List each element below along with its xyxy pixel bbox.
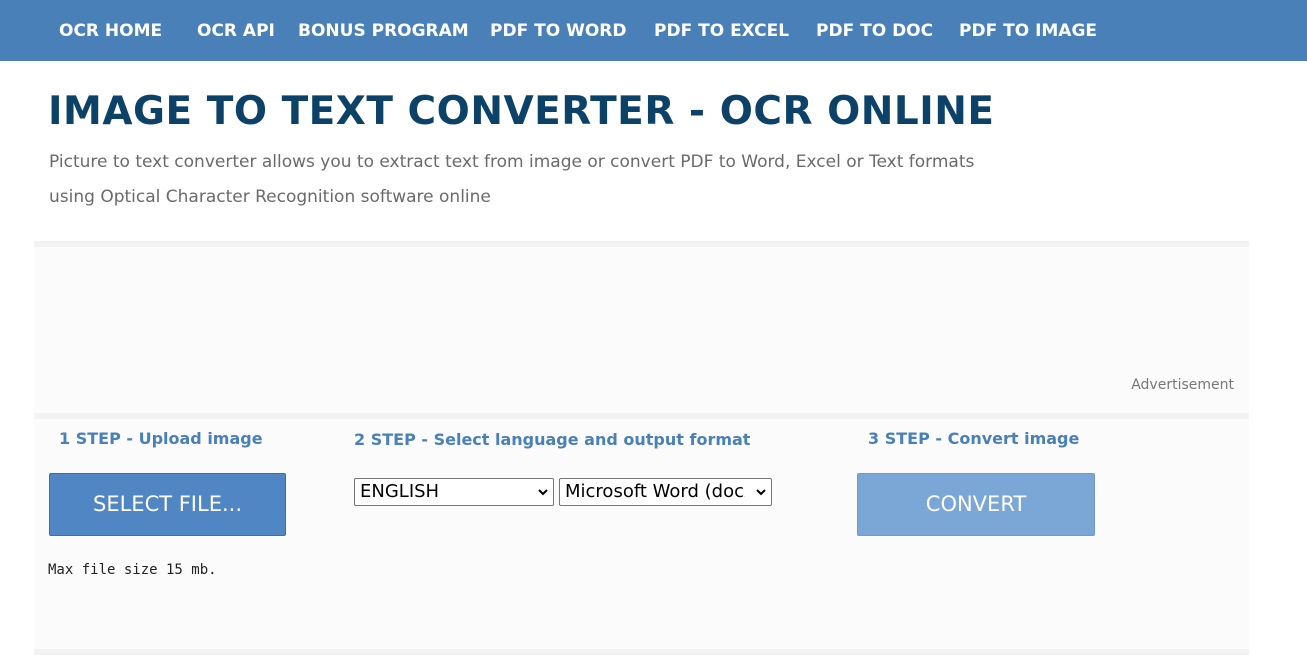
step-2-heading: 2 STEP - Select language and output form… <box>354 430 751 449</box>
output-format-select-value: Microsoft Word (docx) <box>565 481 745 502</box>
nav-item-ocr-api[interactable]: OCR API <box>197 20 275 42</box>
page-subtitle-line-2: using Optical Character Recognition soft… <box>49 187 491 207</box>
output-format-select[interactable]: Microsoft Word (docx) <box>559 478 772 506</box>
convert-button[interactable]: CONVERT <box>857 473 1095 536</box>
advertisement-label: Advertisement <box>1131 377 1234 393</box>
select-file-button[interactable]: SELECT FILE... <box>49 473 286 536</box>
nav-item-pdf-to-excel[interactable]: PDF TO EXCEL <box>654 20 789 42</box>
nav-item-pdf-to-image[interactable]: PDF TO IMAGE <box>959 20 1097 42</box>
advertisement-panel: Advertisement <box>34 241 1249 419</box>
nav-item-pdf-to-word[interactable]: PDF TO WORD <box>490 20 626 42</box>
max-file-size-note: Max file size 15 mb. <box>48 562 217 578</box>
top-navigation-bar: OCR HOME OCR API BONUS PROGRAM PDF TO WO… <box>0 0 1307 61</box>
converter-tool-panel <box>34 419 1249 655</box>
language-select[interactable]: ENGLISH <box>354 478 554 506</box>
step-3-heading: 3 STEP - Convert image <box>868 429 1080 448</box>
step-1-heading: 1 STEP - Upload image <box>59 429 263 448</box>
page-subtitle-line-1: Picture to text converter allows you to … <box>49 152 975 172</box>
nav-item-pdf-to-doc[interactable]: PDF TO DOC <box>816 20 933 42</box>
chevron-down-icon <box>538 489 548 496</box>
page-title: IMAGE TO TEXT CONVERTER - OCR ONLINE <box>48 89 995 134</box>
nav-item-bonus-program[interactable]: BONUS PROGRAM <box>298 20 469 42</box>
language-select-value: ENGLISH <box>360 481 440 502</box>
nav-item-ocr-home[interactable]: OCR HOME <box>59 20 162 42</box>
chevron-down-icon <box>756 489 766 496</box>
